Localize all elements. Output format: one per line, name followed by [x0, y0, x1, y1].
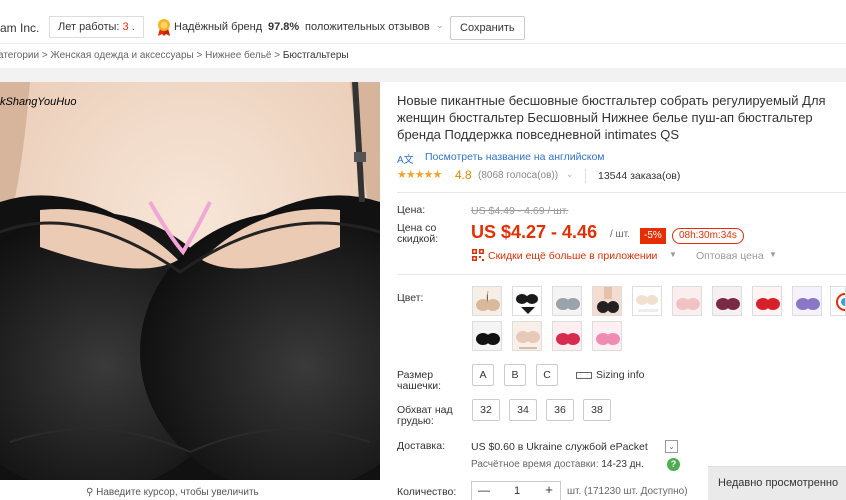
band-size-label-line2: грудью: [397, 415, 434, 427]
votes-count[interactable]: (8068 голоса(ов)) [478, 170, 558, 181]
band-size-option-38[interactable]: 38 [583, 399, 611, 421]
breadcrumb-separator: > [193, 50, 206, 61]
shipping-price: US $0.60 в Ukraine службой ePacket [471, 441, 648, 453]
band-size-option-36[interactable]: 36 [546, 399, 574, 421]
image-watermark: kShangYouHuo [0, 96, 77, 108]
color-swatch-rose-red[interactable] [552, 321, 582, 351]
discount-price-label-line2: скидкой: [397, 233, 439, 245]
section-divider [0, 68, 846, 82]
quantity-stepper: — 1 + [471, 481, 561, 500]
color-swatch-nude-photo[interactable] [592, 286, 622, 316]
cup-size-option-b[interactable]: B [504, 364, 526, 386]
store-years-badge: Лет работы: 3 . [49, 16, 144, 38]
divider [397, 192, 846, 193]
band-size-option-32[interactable]: 32 [472, 399, 500, 421]
color-label: Цвет: [397, 292, 424, 304]
store-name[interactable]: am Inc. [0, 21, 39, 35]
color-swatch-light-pink[interactable] [672, 286, 702, 316]
discounted-price: US $4.27 - 4.46 [471, 222, 598, 242]
breadcrumb-current[interactable]: Бюстгальтеры [283, 50, 349, 61]
cup-size-option-a[interactable]: A [472, 364, 494, 386]
quantity-increase-button[interactable]: + [538, 482, 560, 500]
color-swatch-black[interactable] [472, 321, 502, 351]
qr-code-icon[interactable] [472, 249, 484, 261]
color-swatch-purple[interactable] [792, 286, 822, 316]
product-photo-illustration [0, 82, 380, 480]
divider [585, 169, 586, 183]
caret-down-icon[interactable]: ▼ [769, 250, 777, 259]
delivery-estimate-label: Расчётное время доставки: [471, 459, 599, 470]
breadcrumb-separator: > [271, 50, 283, 61]
cup-size-option-c[interactable]: C [536, 364, 558, 386]
chevron-down-icon[interactable]: ⌄ [665, 440, 678, 453]
rating-stars-icon: ★★★★★ [397, 169, 442, 181]
product-title: Новые пикантные бесшовные бюстгальтер со… [397, 93, 826, 142]
band-size-option-34[interactable]: 34 [509, 399, 537, 421]
color-swatch-grey[interactable] [552, 286, 582, 316]
sizing-info-link[interactable]: Sizing info [596, 369, 644, 381]
breadcrumb-item[interactable]: Нижнее бельё [205, 50, 271, 61]
color-swatch-wine[interactable] [712, 286, 742, 316]
rating-value: 4.8 [455, 168, 472, 182]
breadcrumb-separator: > [39, 50, 51, 61]
zoom-hint-text: Наведите курсор, чтобы увеличить [96, 487, 259, 498]
magnifier-icon: ⚲ [86, 487, 97, 498]
chevron-down-icon[interactable]: ⌄ [566, 169, 574, 180]
color-swatch-white-set[interactable] [632, 286, 662, 316]
recently-viewed-tab[interactable]: Недавно просмотренно [708, 466, 846, 500]
app-discount-link[interactable]: Скидки ещё больше в приложении [488, 250, 657, 262]
feedback-percent: 97.8% [268, 21, 300, 33]
original-price: US $4.49 - 4.69 / шт. [471, 205, 569, 217]
medal-icon [158, 19, 170, 36]
chevron-down-icon[interactable]: ⌄ [436, 20, 444, 31]
years-suffix: . [128, 21, 135, 33]
trusted-brand-label: Надёжный бренд [174, 21, 263, 33]
caret-down-icon[interactable]: ▼ [669, 250, 677, 259]
stock-availability: шт. (171230 шт. Доступно) [567, 486, 688, 497]
store-header: am Inc. Лет работы: 3 . Надёжный бренд 9… [0, 0, 846, 44]
feedback-label[interactable]: положительных отзывов [305, 21, 430, 33]
color-swatch-black-set[interactable] [512, 286, 542, 316]
delivery-estimate: Расчётное время доставки: 14-23 дн. [471, 459, 644, 470]
color-swatch-multi[interactable] [830, 286, 846, 316]
shipping-label: Доставка: [397, 440, 446, 452]
price-label: Цена: [397, 204, 426, 216]
quantity-input[interactable]: 1 [496, 482, 538, 500]
price-unit: / шт. [610, 229, 630, 240]
countdown-timer: 08h:30m:34s [672, 228, 744, 244]
delivery-estimate-value: 14-23 дн. [601, 459, 644, 470]
translate-icon[interactable]: A文 [397, 151, 414, 166]
color-swatch-nude[interactable] [512, 321, 542, 351]
zoom-hint: ⚲ Наведите курсор, чтобы увеличить [86, 487, 259, 498]
color-swatch-pink[interactable] [592, 321, 622, 351]
product-main-image[interactable] [0, 82, 380, 480]
help-icon[interactable]: ? [667, 458, 680, 471]
quantity-label: Количество: [397, 486, 457, 498]
breadcrumb-item[interactable]: Женская одежда и аксессуары [51, 50, 194, 61]
save-store-button[interactable]: Сохранить [450, 16, 525, 40]
ruler-icon[interactable] [576, 372, 592, 379]
quantity-decrease-button[interactable]: — [472, 482, 496, 500]
color-swatch-beige[interactable] [472, 286, 502, 316]
years-label: Лет работы: [58, 21, 123, 33]
breadcrumb-item[interactable]: атегории [0, 50, 39, 61]
color-swatch-red[interactable] [752, 286, 782, 316]
orders-count: 13544 заказа(ов) [598, 170, 681, 182]
wholesale-price-link[interactable]: Оптовая цена [696, 250, 764, 262]
view-english-title-link[interactable]: Посмотреть название на английском [425, 151, 605, 163]
cup-size-label-line2: чашечки: [397, 380, 442, 392]
breadcrumb: атегории > Женская одежда и аксессуары >… [0, 50, 349, 61]
divider [397, 274, 846, 275]
discount-badge: -5% [640, 228, 666, 244]
